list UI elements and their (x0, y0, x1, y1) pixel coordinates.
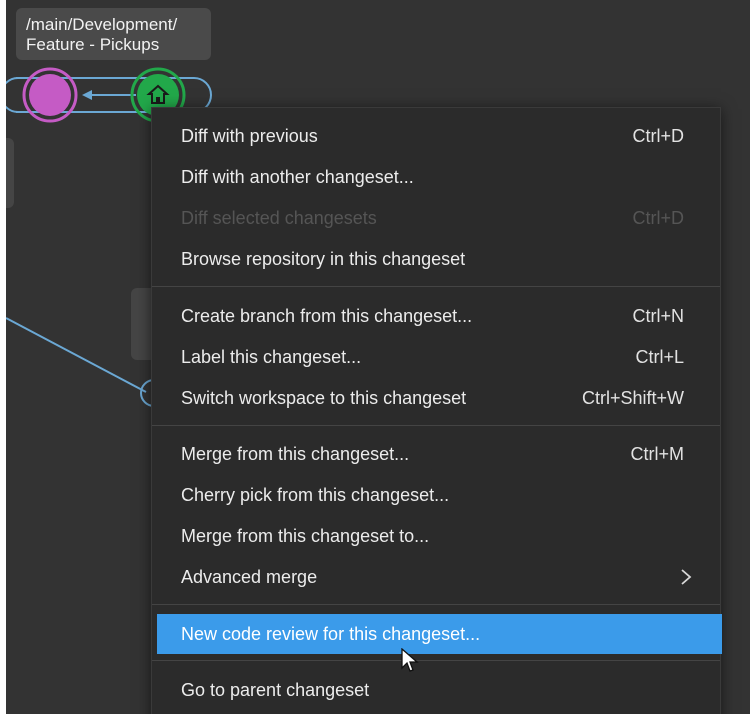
menu-item-shortcut: Ctrl+N (632, 305, 684, 326)
menu-item-cherry-pick[interactable]: Cherry pick from this changeset... (152, 476, 720, 514)
menu-separator (152, 660, 720, 661)
menu-item-diff-with-another[interactable]: Diff with another changeset... (152, 158, 720, 196)
menu-item-shortcut: Ctrl+L (635, 346, 684, 367)
chevron-right-icon (676, 567, 696, 587)
menu-item-shortcut: Ctrl+D (632, 207, 684, 228)
mouse-pointer-icon (401, 647, 419, 679)
menu-item-label: Diff with previous (181, 125, 318, 146)
menu-item-label: Merge from this changeset to... (181, 525, 430, 546)
branch-explorer-canvas[interactable]: /main/Development/ Feature - Pickups Dif… (6, 0, 750, 714)
menu-separator (152, 286, 720, 287)
menu-item-create-branch[interactable]: Create branch from this changeset... Ctr… (152, 297, 720, 335)
menu-item-label: Switch workspace to this changeset (181, 387, 467, 408)
menu-separator (152, 604, 720, 605)
menu-item-go-to-parent[interactable]: Go to parent changeset (152, 671, 720, 709)
menu-item-shortcut: Ctrl+D (632, 125, 684, 146)
menu-item-shortcut: Ctrl+M (630, 443, 685, 464)
menu-item-label: Browse repository in this changeset (181, 248, 466, 269)
menu-item-label: Advanced merge (181, 566, 318, 587)
menu-item-diff-with-previous[interactable]: Diff with previous Ctrl+D (152, 117, 720, 155)
menu-item-merge-to[interactable]: Merge from this changeset to... (152, 517, 720, 555)
menu-item-advanced-merge[interactable]: Advanced merge (152, 558, 720, 596)
menu-item-shortcut: Ctrl+Shift+W (581, 387, 684, 408)
menu-item-label: Label this changeset... (181, 346, 362, 367)
menu-item-label: Merge from this changeset... (181, 443, 410, 464)
menu-item-merge-from[interactable]: Merge from this changeset... Ctrl+M (152, 435, 720, 473)
menu-item-label: Go to parent changeset (181, 679, 370, 700)
menu-item-label: Cherry pick from this changeset... (181, 484, 450, 505)
menu-item-new-code-review[interactable]: New code review for this changeset... (157, 614, 722, 654)
menu-item-label: New code review for this changeset... (181, 623, 481, 644)
menu-item-diff-selected: Diff selected changesets Ctrl+D (152, 199, 720, 237)
changeset-node-purple-fill (29, 74, 71, 116)
menu-item-label: Create branch from this changeset... (181, 305, 473, 326)
context-menu: Diff with previous Ctrl+D Diff with anot… (151, 107, 722, 714)
menu-separator (152, 425, 720, 426)
link-arrow-icon (82, 90, 92, 100)
menu-item-label-changeset[interactable]: Label this changeset... Ctrl+L (152, 338, 720, 376)
menu-item-label: Diff with another changeset... (181, 166, 414, 187)
menu-item-browse-repository[interactable]: Browse repository in this changeset (152, 240, 720, 278)
merge-link-line (6, 317, 147, 393)
menu-item-switch-workspace[interactable]: Switch workspace to this changeset Ctrl+… (152, 379, 720, 417)
menu-item-label: Diff selected changesets (181, 207, 377, 228)
branch-lane-start (6, 77, 19, 113)
